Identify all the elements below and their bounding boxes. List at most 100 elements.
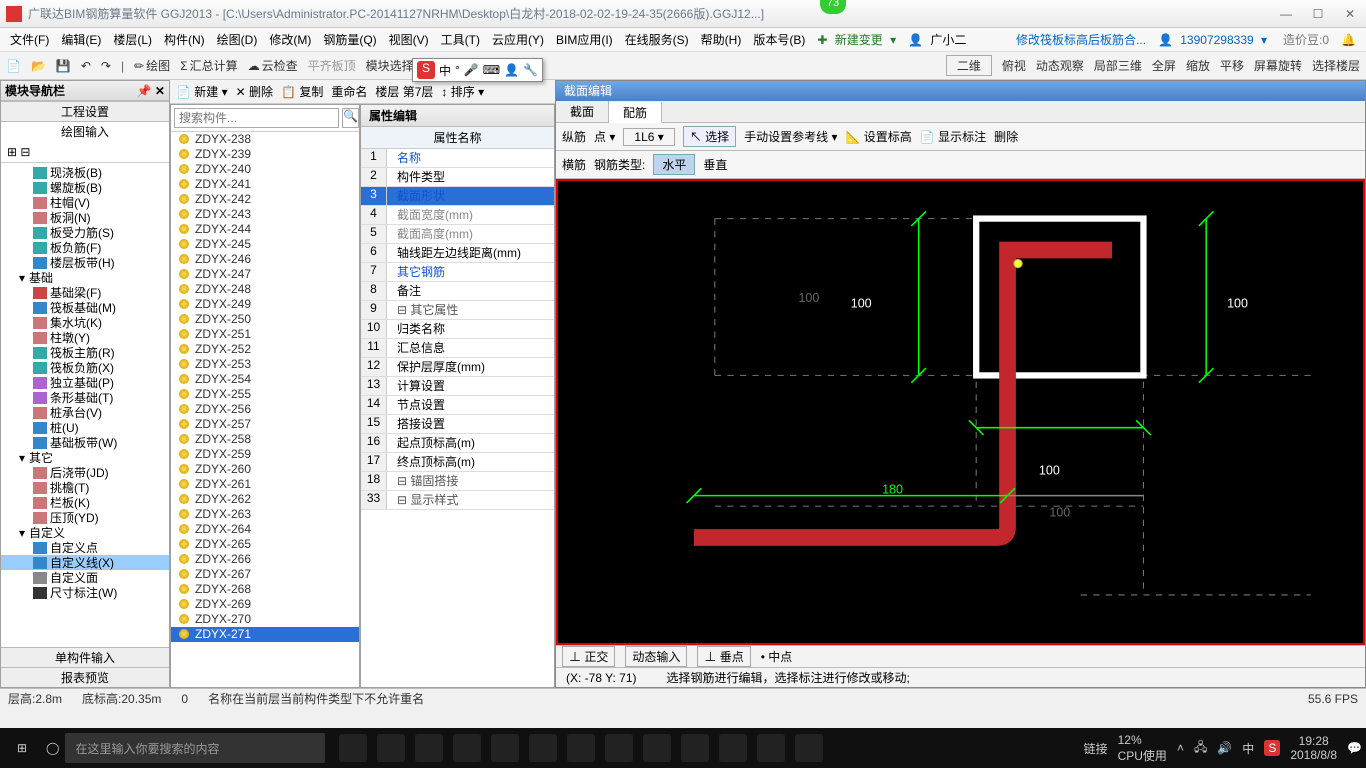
ortho-button[interactable]: ⊥ 正交: [562, 646, 615, 667]
menu-version[interactable]: 版本号(B): [749, 29, 809, 50]
prop-row[interactable]: 1 名称: [361, 149, 554, 168]
ime-s-icon[interactable]: S: [417, 61, 435, 79]
tree-item[interactable]: 挑檐(T): [1, 480, 169, 495]
vertical-button[interactable]: 垂直: [703, 156, 727, 173]
select-button[interactable]: ↖ 选择: [683, 126, 736, 147]
save-button[interactable]: 💾: [56, 59, 71, 73]
component-item[interactable]: ZDYX-254: [171, 372, 359, 387]
component-item[interactable]: ZDYX-251: [171, 327, 359, 342]
rename-button[interactable]: 重命名: [331, 83, 367, 100]
tray-vol-icon[interactable]: 🔊: [1217, 741, 1232, 755]
menu-file[interactable]: 文件(F): [6, 29, 53, 50]
component-item[interactable]: ZDYX-260: [171, 462, 359, 477]
local3d-button[interactable]: 局部三维: [1094, 57, 1142, 74]
zoom-button[interactable]: 缩放: [1186, 57, 1210, 74]
tree-item[interactable]: 筏板主筋(R): [1, 345, 169, 360]
taskbar-search[interactable]: 在这里输入你要搜索的内容: [65, 733, 325, 763]
task-icon[interactable]: [757, 734, 785, 762]
prop-row[interactable]: 2 构件类型: [361, 168, 554, 187]
tray-link[interactable]: 链接: [1084, 740, 1108, 757]
tree-item[interactable]: 基础板带(W): [1, 435, 169, 450]
rotate-screen-button[interactable]: 屏幕旋转: [1254, 57, 1302, 74]
search-icon[interactable]: 🔍: [342, 108, 359, 128]
prop-row[interactable]: 3 截面形状: [361, 187, 554, 206]
component-item[interactable]: ZDYX-269: [171, 597, 359, 612]
component-item[interactable]: ZDYX-246: [171, 252, 359, 267]
menu-cloud[interactable]: 云应用(Y): [488, 29, 548, 50]
task-icon[interactable]: [491, 734, 519, 762]
tree-item[interactable]: 栏板(K): [1, 495, 169, 510]
component-item[interactable]: ZDYX-265: [171, 537, 359, 552]
tree-item[interactable]: 筏板负筋(X): [1, 360, 169, 375]
component-item[interactable]: ZDYX-264: [171, 522, 359, 537]
tree-item[interactable]: 基础梁(F): [1, 285, 169, 300]
component-item[interactable]: ZDYX-257: [171, 417, 359, 432]
menu-tools[interactable]: 工具(T): [437, 29, 484, 50]
new-change-button[interactable]: ✚ 新建变更 ▾: [813, 29, 900, 50]
component-item[interactable]: ZDYX-244: [171, 222, 359, 237]
task-icon[interactable]: [567, 734, 595, 762]
component-item[interactable]: ZDYX-242: [171, 192, 359, 207]
tray-clock[interactable]: 19:282018/8/8: [1290, 734, 1337, 762]
menu-edit[interactable]: 编辑(E): [57, 29, 105, 50]
align-button[interactable]: 平齐板顶: [308, 57, 356, 74]
minimize-button[interactable]: —: [1276, 7, 1296, 21]
fullscreen-button[interactable]: 全屏: [1152, 57, 1176, 74]
tree-item[interactable]: 螺旋板(B): [1, 180, 169, 195]
component-item[interactable]: ZDYX-240: [171, 162, 359, 177]
task-icon[interactable]: [339, 734, 367, 762]
cortana-icon[interactable]: ◯: [46, 741, 59, 755]
module-select-button[interactable]: 模块选择: [366, 57, 414, 74]
component-item[interactable]: ZDYX-241: [171, 177, 359, 192]
delete-button[interactable]: ✕ 删除: [236, 83, 273, 100]
tray-net-icon[interactable]: 🖧: [1194, 738, 1207, 759]
tree-item[interactable]: ▾自定义: [1, 525, 169, 540]
undo-button[interactable]: ↶: [81, 59, 91, 73]
prop-table[interactable]: 1 名称2 构件类型3 截面形状4 截面宽度(mm)5 截面高度(mm)6 轴线…: [361, 149, 554, 687]
component-item[interactable]: ZDYX-266: [171, 552, 359, 567]
tree-item[interactable]: 尺寸标注(W): [1, 585, 169, 600]
component-item[interactable]: ZDYX-268: [171, 582, 359, 597]
prop-row[interactable]: 13 计算设置: [361, 377, 554, 396]
tab-project-settings[interactable]: 工程设置: [1, 101, 169, 121]
prop-row[interactable]: 4 截面宽度(mm): [361, 206, 554, 225]
maximize-button[interactable]: ☐: [1308, 7, 1328, 21]
component-item[interactable]: ZDYX-252: [171, 342, 359, 357]
tree-item[interactable]: 桩承台(V): [1, 405, 169, 420]
show-anno-button[interactable]: 📄 显示标注: [920, 128, 986, 145]
nav-tree[interactable]: 现浇板(B)螺旋板(B)柱帽(V)板洞(N)板受力筋(S)板负筋(F)楼层板带(…: [1, 163, 169, 647]
ime-keyboard-icon[interactable]: ⌨: [483, 63, 500, 77]
view-2d-dropdown[interactable]: 二维: [946, 55, 992, 76]
prop-row[interactable]: 14 节点设置: [361, 396, 554, 415]
ime-zhong[interactable]: 中: [439, 62, 451, 79]
tree-item[interactable]: 现浇板(B): [1, 165, 169, 180]
prop-row[interactable]: 12 保护层厚度(mm): [361, 358, 554, 377]
task-icon[interactable]: [377, 734, 405, 762]
new-file-button[interactable]: 📄: [6, 59, 21, 73]
prop-row[interactable]: 5 截面高度(mm): [361, 225, 554, 244]
menu-draw[interactable]: 绘图(D): [213, 29, 262, 50]
ime-tool-icon[interactable]: 🔧: [523, 63, 538, 77]
phone-link[interactable]: 👤 13907298339 ▾: [1154, 31, 1271, 49]
tab-draw-input[interactable]: 绘图输入: [1, 121, 169, 141]
menu-rebar[interactable]: 钢筋量(Q): [319, 29, 380, 50]
sum-button[interactable]: Σ 汇总计算: [180, 57, 237, 74]
tree-item[interactable]: 集水坑(K): [1, 315, 169, 330]
tab-rebar[interactable]: 配筋: [609, 102, 662, 123]
component-item[interactable]: ZDYX-247: [171, 267, 359, 282]
tree-item[interactable]: 板受力筋(S): [1, 225, 169, 240]
close-button[interactable]: ✕: [1340, 7, 1360, 21]
component-list[interactable]: ZDYX-238ZDYX-239ZDYX-240ZDYX-241ZDYX-242…: [171, 132, 359, 687]
task-icon[interactable]: [681, 734, 709, 762]
component-item[interactable]: ZDYX-267: [171, 567, 359, 582]
tree-item[interactable]: ▾基础: [1, 270, 169, 285]
tree-toolbar-icon[interactable]: ⊞ ⊟: [7, 145, 30, 159]
component-item[interactable]: ZDYX-243: [171, 207, 359, 222]
perp-button[interactable]: ⊥ 垂点: [697, 646, 750, 667]
component-item[interactable]: ZDYX-239: [171, 147, 359, 162]
tree-item[interactable]: 楼层板带(H): [1, 255, 169, 270]
component-item[interactable]: ZDYX-250: [171, 312, 359, 327]
task-icon[interactable]: [415, 734, 443, 762]
tab-section[interactable]: 截面: [556, 101, 609, 122]
component-item[interactable]: ZDYX-245: [171, 237, 359, 252]
